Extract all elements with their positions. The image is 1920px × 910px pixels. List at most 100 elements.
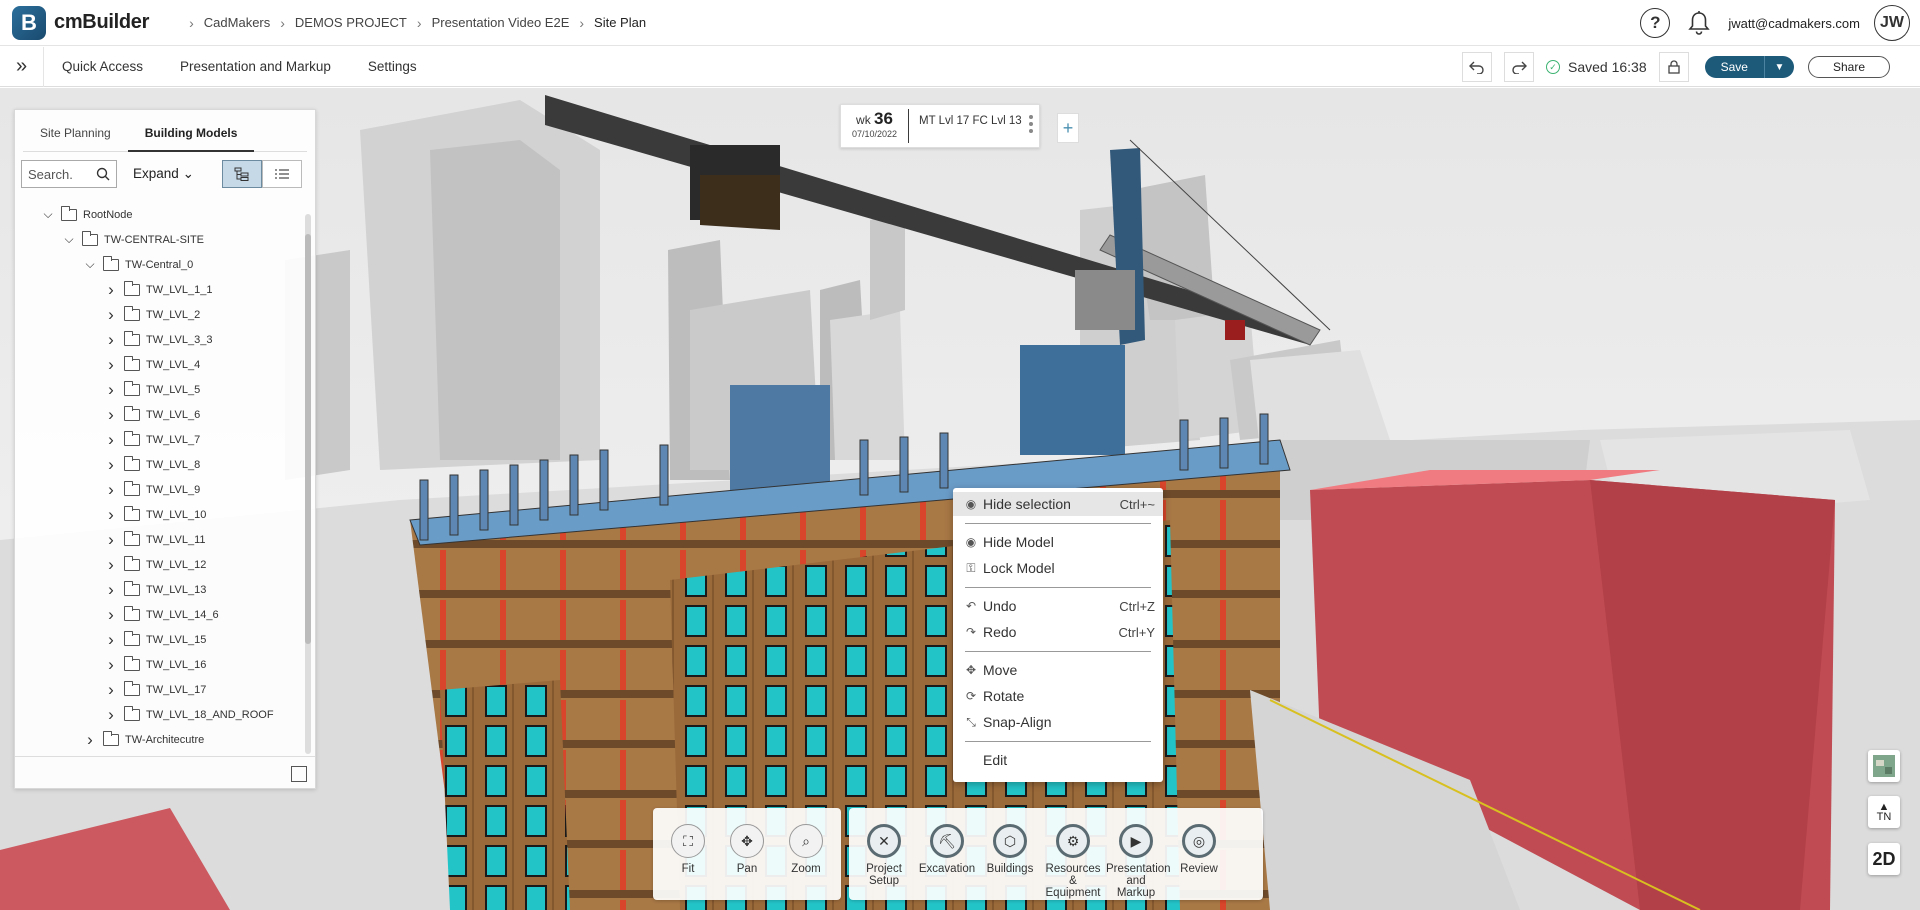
tree-scrollbar-thumb[interactable]	[305, 234, 311, 644]
tree-node[interactable]: › TW_LVL_18_AND_ROOF	[104, 702, 273, 727]
toolbar-label: Excavation	[918, 863, 976, 875]
chevron-right-icon[interactable]: ›	[104, 530, 118, 550]
tree-node[interactable]: › TW_LVL_11	[104, 527, 205, 552]
menu-settings[interactable]: Settings	[366, 59, 419, 74]
undo-icon[interactable]	[1461, 52, 1492, 82]
toolbar-label: Fit	[681, 863, 695, 875]
tree-node[interactable]: › TW_LVL_1_1	[104, 277, 212, 302]
chevron-down-icon[interactable]: ⌵	[83, 257, 97, 272]
2d-toggle-button[interactable]: 2D	[1868, 843, 1900, 875]
tree-node[interactable]: › TW_LVL_15	[104, 627, 206, 652]
north-compass-button[interactable]: ▲ TN	[1868, 796, 1900, 828]
context-menu-item[interactable]: ◉ Hide Model	[953, 530, 1163, 554]
tree-node[interactable]: › TW_LVL_14_6	[104, 602, 218, 627]
chevron-right-icon[interactable]: ›	[104, 580, 118, 600]
tab-building-models[interactable]: Building Models	[127, 110, 255, 152]
context-menu: ◉ Hide selection Ctrl+~ ◉ Hide Model ⚿ Lock Mo…	[953, 488, 1163, 782]
toolbar-button[interactable]: ⚙ Resources & Equipment	[1043, 824, 1103, 899]
tree-node[interactable]: › TW_LVL_8	[104, 452, 200, 477]
breadcrumb-item[interactable]: DEMOS PROJECT	[295, 15, 407, 30]
bell-icon[interactable]	[1684, 8, 1714, 38]
tree-node[interactable]: › TW_LVL_2	[104, 302, 200, 327]
tree-node[interactable]: › TW_LVL_7	[104, 427, 200, 452]
chevron-right-icon[interactable]: ›	[104, 405, 118, 425]
map-thumbnail-button[interactable]	[1868, 750, 1900, 782]
more-options-icon[interactable]	[1029, 115, 1033, 136]
context-menu-item[interactable]: ✥ Move	[953, 658, 1163, 682]
chevron-right-icon[interactable]: ›	[104, 380, 118, 400]
schedule-week-card[interactable]: wk 36 07/10/2022 MT Lvl 17 FC Lvl 13	[840, 104, 1040, 148]
context-menu-item[interactable]: ⟳ Rotate	[953, 684, 1163, 708]
help-icon[interactable]: ?	[1640, 8, 1671, 38]
tree-view-toggle[interactable]	[221, 160, 262, 188]
tree-node[interactable]: › TW_LVL_9	[104, 477, 200, 502]
save-status: ✓ Saved 16:38	[1545, 59, 1647, 75]
avatar[interactable]: JW	[1874, 5, 1910, 41]
tree-node[interactable]: › TW_LVL_3_3	[104, 327, 212, 352]
tree-node[interactable]: › TW_LVL_16	[104, 652, 206, 677]
menu-presentation-markup[interactable]: Presentation and Markup	[178, 59, 333, 74]
toolbar-button[interactable]: ⛏ Excavation	[917, 824, 977, 875]
context-menu-item[interactable]: ⤡ Snap-Align	[953, 710, 1163, 734]
chevron-right-icon[interactable]: ›	[104, 330, 118, 350]
expand-sidebar-icon[interactable]: »	[0, 46, 44, 87]
chevron-right-icon[interactable]: ›	[104, 605, 118, 625]
chevron-right-icon[interactable]: ›	[104, 280, 118, 300]
toolbar-button[interactable]: ⛶ Fit	[658, 824, 718, 875]
fullscreen-icon[interactable]	[291, 766, 307, 782]
context-menu-item[interactable]: Edit	[953, 748, 1163, 772]
tab-site-planning[interactable]: Site Planning	[23, 110, 128, 152]
context-menu-item[interactable]: ◉ Hide selection Ctrl+~	[953, 492, 1163, 516]
tree-node[interactable]: ⌵ TW-CENTRAL-SITE	[62, 227, 204, 252]
chevron-right-icon[interactable]: ›	[104, 655, 118, 675]
toolbar-button[interactable]: ⌕ Zoom	[776, 824, 836, 875]
chevron-right-icon[interactable]: ›	[104, 355, 118, 375]
tree-node[interactable]: › TW_LVL_4	[104, 352, 200, 377]
chevron-down-icon[interactable]: ▼	[1763, 56, 1794, 78]
tree-node[interactable]: › TW_LVL_13	[104, 577, 206, 602]
tree-node[interactable]: › TW_LVL_6	[104, 402, 200, 427]
pan-icon: ✥	[730, 824, 764, 858]
chevron-right-icon[interactable]: ›	[104, 430, 118, 450]
tree-node[interactable]: › TW_LVL_17	[104, 677, 206, 702]
lock-icon[interactable]	[1658, 52, 1689, 82]
chevron-right-icon[interactable]: ›	[104, 480, 118, 500]
context-menu-item[interactable]: ⚿ Lock Model	[953, 556, 1163, 580]
user-email[interactable]: jwatt@cadmakers.com	[1728, 16, 1860, 31]
context-menu-item[interactable]: ↷ Redo Ctrl+Y	[953, 620, 1163, 644]
breadcrumb-item[interactable]: CadMakers	[204, 15, 270, 30]
chevron-right-icon[interactable]: ›	[104, 305, 118, 325]
context-menu-item[interactable]: ↶ Undo Ctrl+Z	[953, 594, 1163, 618]
tree-node[interactable]: › TW-Architecutre	[83, 727, 204, 749]
app-logo[interactable]: B cmBuilder	[12, 5, 149, 40]
toolbar-button[interactable]: ⬡ Buildings	[980, 824, 1040, 875]
tree-node[interactable]: › TW_LVL_10	[104, 502, 206, 527]
toolbar-button[interactable]: ✥ Pan	[717, 824, 777, 875]
menu-quick-access[interactable]: Quick Access	[60, 59, 145, 74]
chevron-right-icon[interactable]: ›	[104, 505, 118, 525]
chevron-right-icon[interactable]: ›	[83, 730, 97, 749]
tree-node[interactable]: ⌵ RootNode	[41, 202, 133, 227]
expand-dropdown[interactable]: Expand ⌄	[133, 166, 194, 182]
tree-node[interactable]: ⌵ TW-Central_0	[83, 252, 193, 277]
redo-icon[interactable]	[1503, 52, 1534, 82]
chevron-right-icon[interactable]: ›	[104, 555, 118, 575]
search-input[interactable]: Search.	[21, 160, 117, 188]
chevron-down-icon[interactable]: ⌵	[41, 207, 55, 222]
breadcrumb-item[interactable]: Presentation Video E2E	[432, 15, 570, 30]
share-button[interactable]: Share	[1807, 56, 1890, 78]
tree-node[interactable]: › TW_LVL_12	[104, 552, 206, 577]
toolbar-button[interactable]: ✕ Project Setup	[854, 824, 914, 887]
chevron-right-icon[interactable]: ›	[104, 630, 118, 650]
save-button[interactable]: Save	[1704, 56, 1764, 78]
chevron-right-icon[interactable]: ›	[104, 705, 118, 725]
tree-node[interactable]: › TW_LVL_5	[104, 377, 200, 402]
chevron-down-icon[interactable]: ⌵	[62, 232, 76, 247]
chevron-right-icon[interactable]: ›	[104, 455, 118, 475]
add-week-button[interactable]: +	[1057, 113, 1079, 143]
list-view-toggle[interactable]	[261, 160, 302, 188]
search-icon[interactable]	[96, 167, 110, 181]
toolbar-button[interactable]: ◎ Review	[1169, 824, 1229, 875]
toolbar-button[interactable]: ▶ Presentation and Markup	[1106, 824, 1171, 899]
chevron-right-icon[interactable]: ›	[104, 680, 118, 700]
